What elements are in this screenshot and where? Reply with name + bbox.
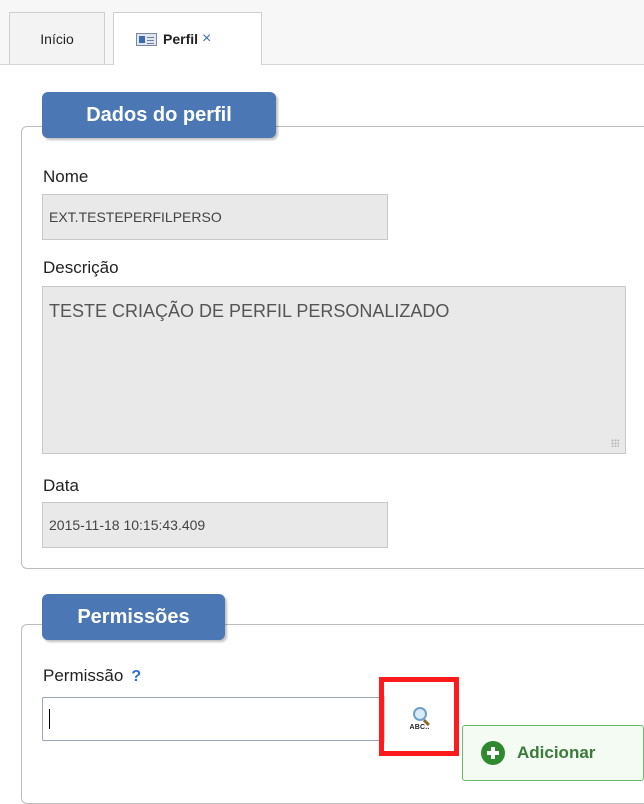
name-value: EXT.TESTEPERFILPERSO xyxy=(49,209,222,225)
profile-card-icon xyxy=(136,32,157,46)
profile-data-legend: Dados do perfil xyxy=(42,92,276,138)
magnifier-icon xyxy=(412,707,427,721)
permission-label-row: Permissão? xyxy=(43,666,141,686)
tab-perfil[interactable]: Perfil × xyxy=(113,12,262,65)
tab-bar: Início Perfil × xyxy=(0,0,644,65)
description-label: Descrição xyxy=(43,258,119,277)
name-field[interactable]: EXT.TESTEPERFILPERSO xyxy=(42,194,388,240)
tab-perfil-label: Perfil xyxy=(163,31,199,47)
tab-inicio-label: Início xyxy=(40,30,74,47)
date-value: 2015-11-18 10:15:43.409 xyxy=(49,517,206,533)
tab-inicio[interactable]: Início xyxy=(9,12,105,64)
permissions-legend: Permissões xyxy=(42,594,225,640)
plus-circle-icon xyxy=(481,741,505,765)
description-value: TESTE CRIAÇÃO DE PERFIL PERSONALIZADO xyxy=(49,301,450,321)
date-label: Data xyxy=(43,476,79,495)
date-field[interactable]: 2015-11-18 10:15:43.409 xyxy=(42,502,388,548)
description-field[interactable]: TESTE CRIAÇÃO DE PERFIL PERSONALIZADO xyxy=(42,286,626,454)
add-button-label: Adicionar xyxy=(517,743,596,762)
add-button[interactable]: Adicionar xyxy=(462,725,644,781)
permission-label: Permissão xyxy=(43,666,124,685)
resize-grip-icon[interactable] xyxy=(611,439,619,447)
permission-input[interactable] xyxy=(42,697,388,741)
text-caret xyxy=(49,709,50,729)
lookup-button[interactable]: ABC.. xyxy=(384,696,454,742)
close-icon[interactable]: × xyxy=(202,30,211,48)
help-icon[interactable]: ? xyxy=(131,668,141,685)
name-label: Nome xyxy=(43,167,89,186)
